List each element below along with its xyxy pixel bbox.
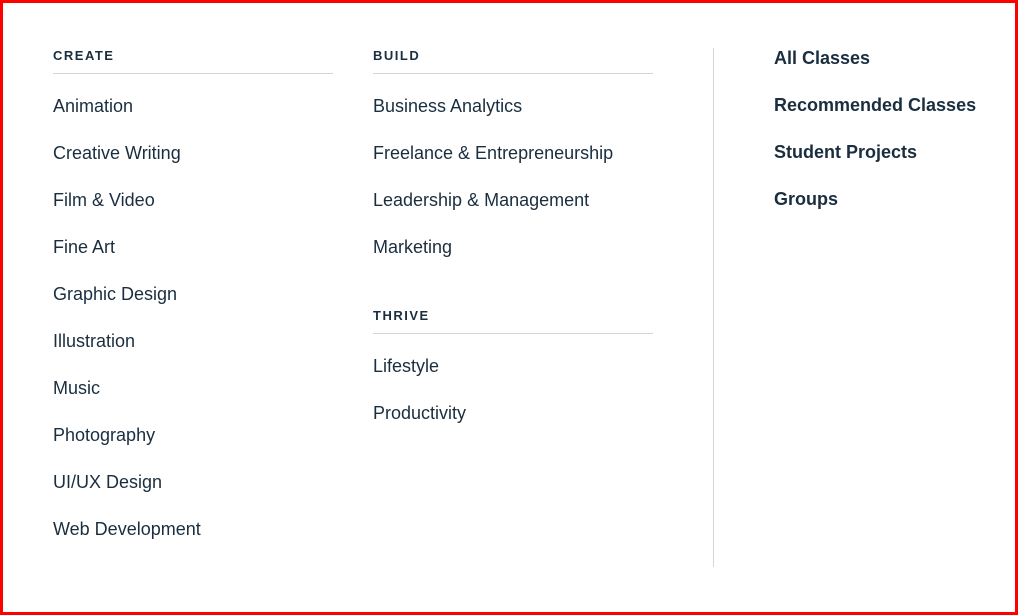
menu-item-photography[interactable]: Photography bbox=[53, 425, 333, 446]
quick-link-student-projects[interactable]: Student Projects bbox=[774, 142, 993, 163]
menu-item-lifestyle[interactable]: Lifestyle bbox=[373, 356, 653, 377]
menu-item-freelance-entrepreneurship[interactable]: Freelance & Entrepreneurship bbox=[373, 143, 653, 164]
menu-item-illustration[interactable]: Illustration bbox=[53, 331, 333, 352]
menu-item-marketing[interactable]: Marketing bbox=[373, 237, 653, 258]
menu-item-web-development[interactable]: Web Development bbox=[53, 519, 333, 540]
menu-item-productivity[interactable]: Productivity bbox=[373, 403, 653, 424]
section-build: BUILD Business Analytics Freelance & Ent… bbox=[373, 48, 653, 258]
section-header-build: BUILD bbox=[373, 48, 653, 74]
column-quick-links: All Classes Recommended Classes Student … bbox=[713, 48, 993, 567]
menu-item-creative-writing[interactable]: Creative Writing bbox=[53, 143, 333, 164]
menu-item-business-analytics[interactable]: Business Analytics bbox=[373, 96, 653, 117]
menu-item-ui-ux-design[interactable]: UI/UX Design bbox=[53, 472, 333, 493]
quick-link-groups[interactable]: Groups bbox=[774, 189, 993, 210]
menu-item-fine-art[interactable]: Fine Art bbox=[53, 237, 333, 258]
column-build-thrive: BUILD Business Analytics Freelance & Ent… bbox=[373, 48, 653, 567]
section-thrive: THRIVE Lifestyle Productivity bbox=[373, 308, 653, 424]
menu-item-animation[interactable]: Animation bbox=[53, 96, 333, 117]
category-menu-container: CREATE Animation Creative Writing Film &… bbox=[53, 48, 965, 567]
menu-item-graphic-design[interactable]: Graphic Design bbox=[53, 284, 333, 305]
menu-item-film-video[interactable]: Film & Video bbox=[53, 190, 333, 211]
menu-item-leadership-management[interactable]: Leadership & Management bbox=[373, 190, 653, 211]
section-header-thrive: THRIVE bbox=[373, 308, 653, 334]
column-create: CREATE Animation Creative Writing Film &… bbox=[53, 48, 333, 567]
menu-item-music[interactable]: Music bbox=[53, 378, 333, 399]
quick-link-recommended-classes[interactable]: Recommended Classes bbox=[774, 95, 993, 116]
section-create: CREATE Animation Creative Writing Film &… bbox=[53, 48, 333, 540]
quick-link-all-classes[interactable]: All Classes bbox=[774, 48, 993, 69]
section-header-create: CREATE bbox=[53, 48, 333, 74]
